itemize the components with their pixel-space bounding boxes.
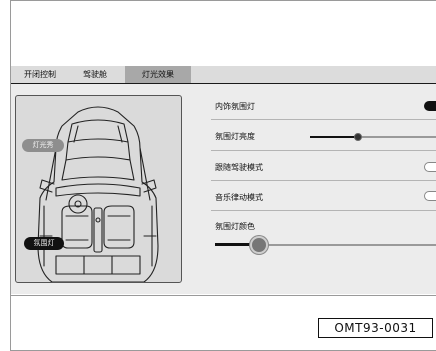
interior-ambient-label: 内饰氛围灯 <box>215 102 255 111</box>
music-rhythm-label: 音乐律动模式 <box>215 193 263 202</box>
car-view-panel <box>15 95 182 283</box>
brightness-slider-handle[interactable] <box>354 133 362 141</box>
brightness-label: 氛围灯亮度 <box>215 132 255 141</box>
car-topview-illustration <box>37 106 159 282</box>
drive-follow-toggle[interactable] <box>424 162 436 172</box>
content-bottom-border <box>10 295 436 296</box>
tab-open-close-control[interactable]: 开闭控制 <box>19 66 61 83</box>
ambient-light-button[interactable]: 氛围灯 <box>24 237 64 250</box>
top-border <box>10 0 436 1</box>
divider <box>211 119 436 120</box>
drive-follow-label: 跟随驾驶模式 <box>215 163 263 172</box>
divider <box>211 150 436 151</box>
brightness-slider-fill <box>310 136 358 138</box>
light-show-button[interactable]: 灯光秀 <box>22 139 64 152</box>
divider <box>211 180 436 181</box>
figure-code-label: OMT93-0031 <box>318 318 433 338</box>
tab-lighting-effects[interactable]: 灯光效果 <box>125 66 191 83</box>
ambient-color-label: 氛围灯颜色 <box>215 222 255 231</box>
tab-bar: 开闭控制 驾驶舱 灯光效果 <box>11 66 436 84</box>
divider <box>211 210 436 211</box>
tab-cockpit[interactable]: 驾驶舱 <box>77 66 113 83</box>
music-rhythm-toggle[interactable] <box>424 191 436 201</box>
interior-ambient-toggle[interactable] <box>424 101 436 111</box>
color-slider-handle[interactable] <box>250 236 268 254</box>
